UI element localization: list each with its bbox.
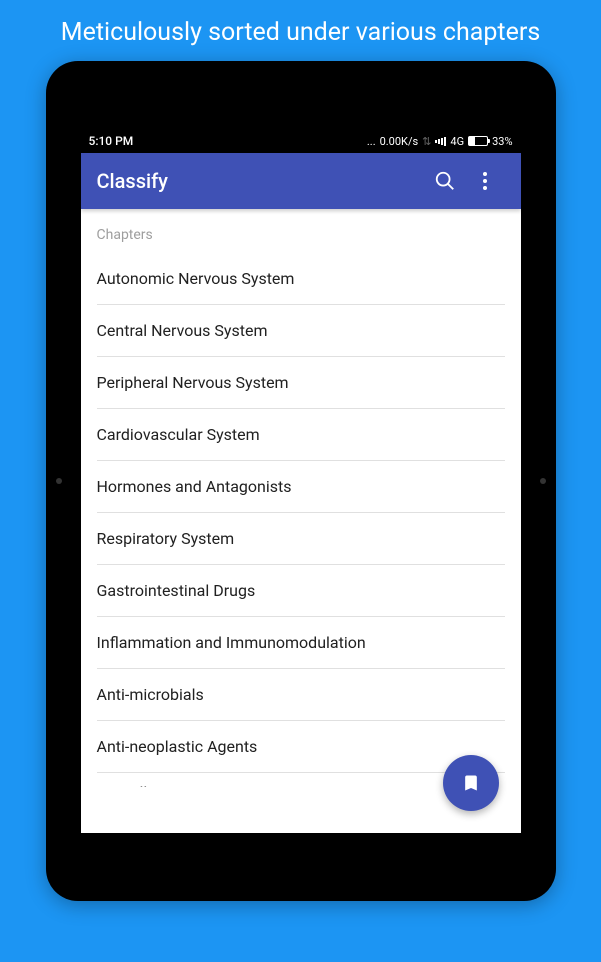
status-data-rate: 0.00K/s (380, 135, 419, 148)
content-area: Chapters Autonomic Nervous System Centra… (81, 209, 521, 833)
status-battery-pct: 33% (492, 135, 512, 148)
status-network: 4G (450, 135, 464, 148)
list-item[interactable]: Hormones and Antagonists (97, 461, 505, 513)
bookmark-icon (461, 773, 481, 793)
tablet-sensor-dot (540, 478, 546, 484)
tablet-camera-dot (56, 478, 62, 484)
list-item[interactable]: Autonomic Nervous System (97, 253, 505, 305)
signal-icon (435, 136, 446, 146)
list-item[interactable]: Cardiovascular System (97, 409, 505, 461)
status-time: 5:10 PM (89, 134, 134, 148)
status-bar: 5:10 PM ... 0.00K/s ⇅ 4G 33% (81, 129, 521, 153)
tablet-frame: 5:10 PM ... 0.00K/s ⇅ 4G 33% Class (46, 61, 556, 901)
app-title: Classify (97, 169, 425, 193)
promo-headline: Meticulously sorted under various chapte… (0, 0, 601, 61)
section-header: Chapters (81, 209, 521, 253)
battery-icon (468, 136, 488, 146)
status-dots: ... (367, 135, 376, 148)
list-item[interactable]: Central Nervous System (97, 305, 505, 357)
device-screen: 5:10 PM ... 0.00K/s ⇅ 4G 33% Class (81, 129, 521, 833)
overflow-icon (483, 172, 487, 190)
list-item[interactable]: Anti-microbials (97, 669, 505, 721)
bookmark-fab[interactable] (443, 755, 499, 811)
list-item[interactable]: Inflammation and Immunomodulation (97, 617, 505, 669)
search-button[interactable] (425, 161, 465, 201)
list-item[interactable]: Respiratory System (97, 513, 505, 565)
list-item[interactable]: Peripheral Nervous System (97, 357, 505, 409)
search-icon (434, 170, 456, 192)
list-item[interactable]: Gastrointestinal Drugs (97, 565, 505, 617)
status-indicators: ... 0.00K/s ⇅ 4G 33% (367, 135, 513, 148)
list-item[interactable]: Anti-neoplastic Agents (97, 721, 505, 773)
updown-icon: ⇅ (422, 135, 431, 148)
overflow-menu-button[interactable] (465, 161, 505, 201)
app-bar: Classify (81, 153, 521, 209)
